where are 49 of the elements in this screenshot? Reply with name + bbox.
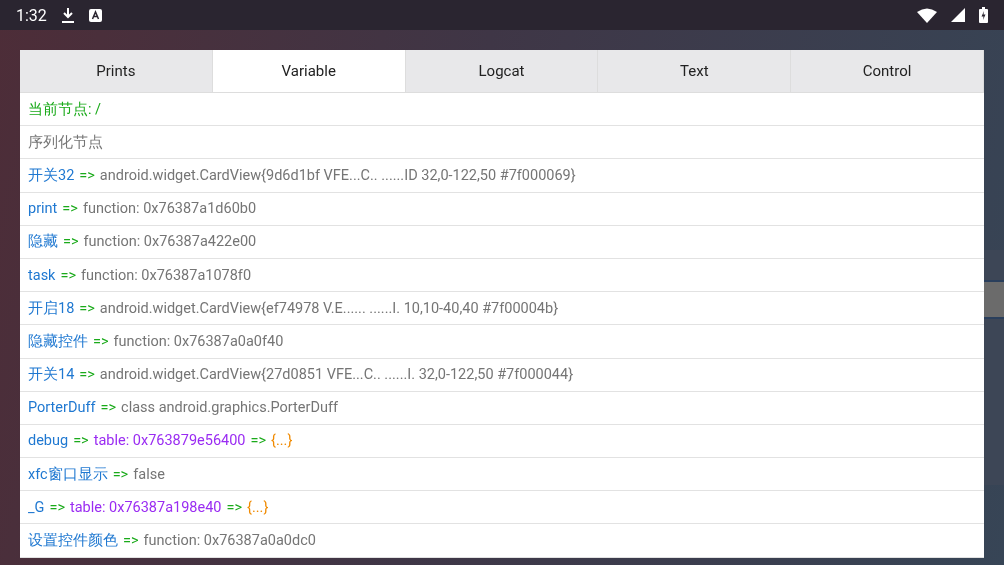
expand-link[interactable]: {...} <box>271 432 293 450</box>
variable-value: class android.graphics.PorterDuff <box>121 399 339 417</box>
variable-value: android.widget.CardView{ef74978 V.E...... ......I. 10,10-40,40 #7f00004b} <box>99 299 559 317</box>
table-value: table: 0x763879e56400 <box>93 432 246 450</box>
variable-name[interactable]: task <box>28 266 56 284</box>
variable-name[interactable]: 开关32 <box>28 165 75 185</box>
arrow-symbol: => <box>62 200 78 218</box>
arrow-symbol: => <box>49 498 65 516</box>
arrow-symbol: => <box>63 233 79 251</box>
variable-name[interactable]: 开启18 <box>28 298 75 318</box>
download-icon <box>60 7 75 23</box>
arrow-symbol: => <box>79 299 95 317</box>
variable-name[interactable]: 开关14 <box>28 365 75 385</box>
variable-value: function: 0x76387a1078f0 <box>81 266 252 284</box>
tab[interactable]: Variable <box>212 50 406 92</box>
arrow-symbol: => <box>73 432 89 450</box>
variable-name[interactable]: _G <box>28 498 45 516</box>
expand-link[interactable]: {...} <box>247 498 269 516</box>
variable-name[interactable]: 设置控件颜色 <box>28 531 118 551</box>
app-notification-icon <box>88 8 102 22</box>
arrow-symbol: => <box>60 266 76 284</box>
variable-name[interactable]: PorterDuff <box>28 399 96 417</box>
variable-value: android.widget.CardView{27d0851 VFE...C.. ......I. 32,0-122,50 #7f000044} <box>99 366 574 384</box>
arrow-symbol: => <box>100 399 117 417</box>
current-node-label: 当前节点: / <box>28 99 102 119</box>
variable-name[interactable]: debug <box>28 432 69 450</box>
serialize-node-label[interactable]: 序列化节点 <box>28 132 103 152</box>
arrow-symbol: => <box>250 432 267 450</box>
arrow-symbol: => <box>93 332 109 350</box>
variable-value: function: 0x76387a0a0f40 <box>113 332 284 350</box>
variable-value: function: 0x76387a1d60b0 <box>82 200 257 218</box>
variable-name[interactable]: xfc窗口显示 <box>28 464 108 484</box>
variable-name[interactable]: 隐藏 <box>28 232 58 252</box>
variable-value: function: 0x76387a0a0dc0 <box>143 532 316 550</box>
arrow-symbol: => <box>112 465 129 483</box>
arrow-symbol: => <box>79 366 95 384</box>
variable-value: function: 0x76387a422e00 <box>83 233 257 251</box>
clock: 1:32 <box>16 5 47 25</box>
arrow-symbol: => <box>79 166 95 184</box>
arrow-symbol: => <box>226 498 243 516</box>
variable-value: android.widget.CardView{9d6d1bf VFE...C.. ......ID 32,0-122,50 #7f000069} <box>99 166 576 184</box>
variable-name[interactable]: 隐藏控件 <box>28 331 88 351</box>
arrow-symbol: => <box>123 532 139 550</box>
battery-icon <box>979 7 988 23</box>
table-value: table: 0x76387a198e40 <box>69 498 222 516</box>
variable-value: false <box>133 465 165 483</box>
wifi-icon <box>917 7 937 23</box>
variable-name[interactable]: print <box>28 200 58 218</box>
signal-icon <box>951 8 965 22</box>
